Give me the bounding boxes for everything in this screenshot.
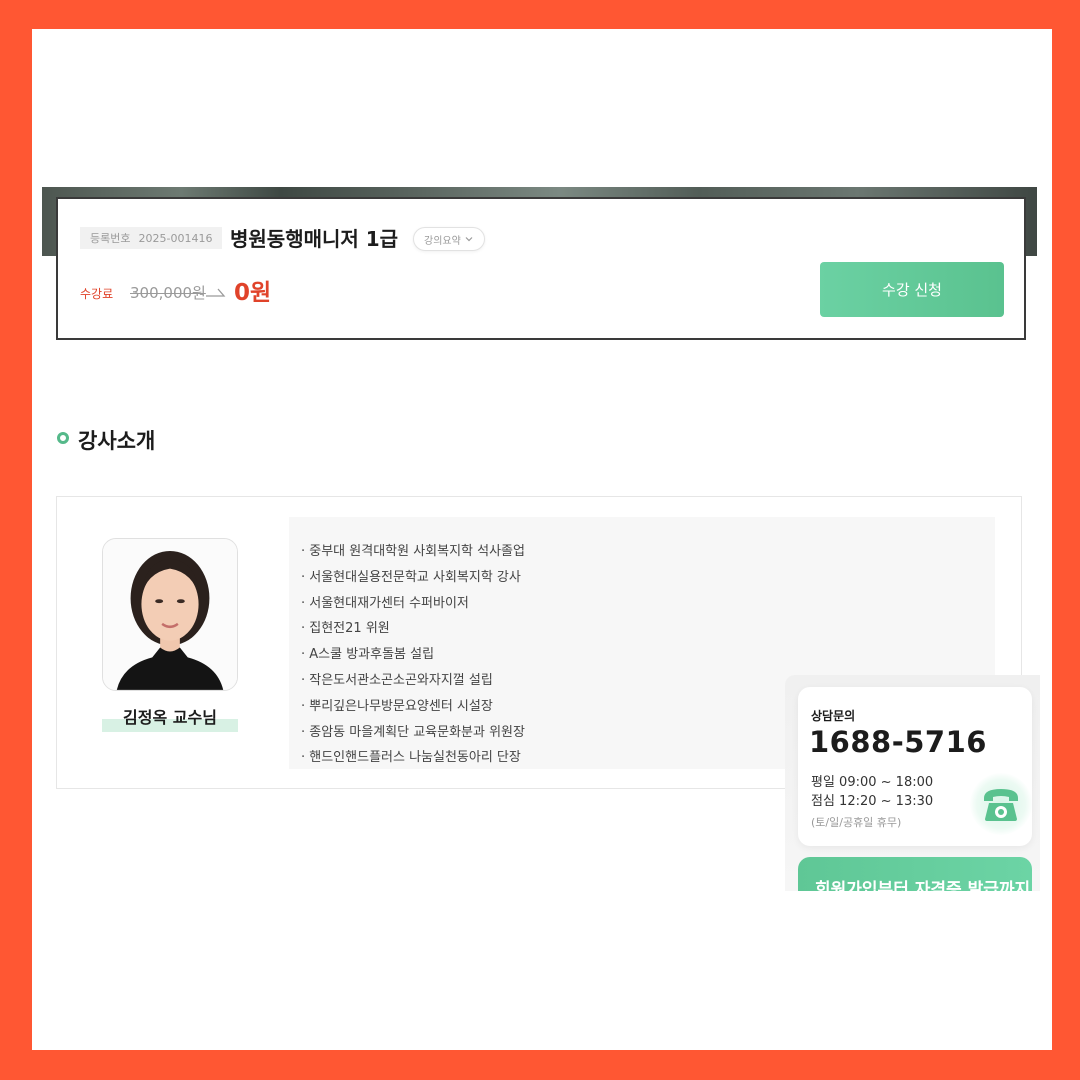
consult-label: 상담문의 — [811, 709, 856, 723]
original-price: 300,000원 — [130, 284, 206, 302]
fee-label: 수강료 — [80, 287, 114, 301]
sale-price: 0원 — [234, 280, 272, 306]
career-item: · 핸드인핸드플러스 나눔실천동아리 단장 — [301, 750, 521, 766]
lunch-hours: 점심 12:20 ~ 13:30 — [811, 794, 934, 809]
career-item: · 뿌리깊은나무방문요양센터 시설장 — [301, 698, 493, 714]
registration-number-box: 등록번호 2025-001416 — [80, 227, 223, 249]
signup-banner[interactable]: 회원가입부터 자격증 발급까지 — [798, 857, 1032, 891]
chevron-down-icon — [465, 237, 473, 242]
arrow-right-icon — [206, 288, 226, 297]
course-title: 병원동행매니저 1급 — [230, 227, 399, 251]
career-item: · 작은도서관소곤소곤와자지껄 설립 — [301, 672, 493, 688]
floating-consult-widget: 상담문의 1688-5716 평일 09:00 ~ 18:00 점심 12:20… — [785, 675, 1040, 891]
telephone-glyph — [984, 789, 1018, 821]
course-summary-label: 강의요약 — [424, 235, 461, 247]
page-canvas: 등록번호 2025-001416 병원동행매니저 1급 강의요약 수강료 300… — [32, 29, 1052, 1050]
course-info-card: 등록번호 2025-001416 병원동행매니저 1급 강의요약 수강료 300… — [56, 197, 1026, 340]
career-item: · 중부대 원격대학원 사회복지학 석사졸업 — [301, 544, 525, 559]
career-item: · 종암동 마을계획단 교육문화분과 위원장 — [301, 724, 525, 740]
course-summary-button[interactable]: 강의요약 — [413, 227, 485, 251]
consult-phone-number[interactable]: 1688-5716 — [809, 725, 987, 759]
instructor-photo — [102, 538, 238, 691]
instructor-section-title: 강사소개 — [78, 429, 156, 453]
apply-course-button[interactable]: 수강 신청 — [820, 262, 1004, 317]
section-bullet-icon — [57, 432, 69, 444]
weekday-hours: 평일 09:00 ~ 18:00 — [811, 775, 934, 790]
registration-label: 등록번호 — [90, 232, 131, 245]
career-item: · A스쿨 방과후돌봄 설립 — [301, 647, 435, 663]
consult-card[interactable]: 상담문의 1688-5716 평일 09:00 ~ 18:00 점심 12:20… — [798, 687, 1032, 846]
career-item: · 서울현대실용전문학교 사회복지학 강사 — [301, 569, 521, 585]
phone-icon[interactable] — [970, 773, 1032, 835]
career-item: · 서울현대재가센터 수퍼바이저 — [301, 595, 469, 611]
instructor-name: 김정옥 교수님 — [123, 708, 217, 727]
consult-hours: 평일 09:00 ~ 18:00 점심 12:20 ~ 13:30 — [811, 773, 933, 811]
registration-number: 2025-001416 — [138, 231, 213, 245]
closed-days: (토/일/공휴일 휴무) — [811, 816, 902, 829]
career-list: · 중부대 원격대학원 사회복지학 석사졸업 · 서울현대실용전문학교 사회복지… — [301, 539, 525, 771]
instructor-portrait-image — [103, 539, 237, 690]
career-item: · 집현전21 위원 — [301, 621, 390, 637]
